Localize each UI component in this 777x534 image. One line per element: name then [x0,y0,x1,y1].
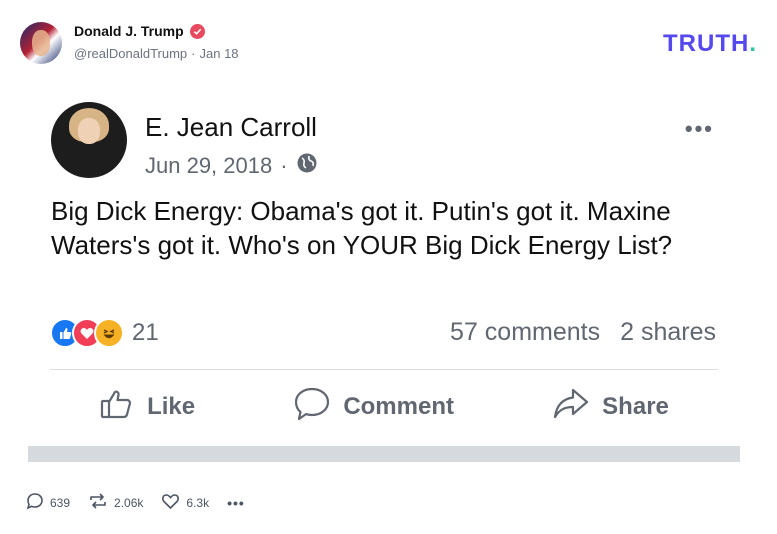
embedded-more-icon: ••• [684,116,714,141]
embedded-share-button: Share [552,386,669,429]
embedded-author-name: E. Jean Carroll [145,112,317,142]
author-handle[interactable]: @realDonaldTrump [74,46,187,61]
reply-button[interactable]: 639 [26,492,70,513]
post-header: Donald J. Trump @realDonaldTrump · Jan 1… [20,20,757,68]
embedded-comment-button: Comment [293,386,454,429]
shares-count: 2 shares [620,318,716,346]
embedded-like-button: Like [99,386,195,429]
embedded-date-separator: · [280,153,288,178]
avatar-face [32,30,50,56]
reaction-count: 21 [132,319,159,346]
author-avatar[interactable] [20,22,62,64]
post-actions: 639 2.06k 6.3k ••• [26,492,245,513]
comment-bubble-icon [293,386,331,429]
like-button[interactable]: 6.3k [161,492,209,513]
truth-logo-dot: . [749,30,757,57]
reaction-summary: 21 [50,318,159,348]
author-name-row: Donald J. Trump [74,23,205,39]
divider [50,369,718,370]
embedded-date-row: Jun 29, 2018 · [145,152,318,180]
reply-count: 639 [50,495,71,510]
embedded-date: Jun 29, 2018 [145,153,273,178]
verified-badge-icon [189,23,205,39]
meta-separator: · [191,46,196,61]
embedded-action-bar: Like Comment Share [50,382,718,432]
haha-reaction-icon [94,318,124,348]
retruth-icon [88,492,108,513]
comment-label: Comment [343,393,454,420]
truth-logo-text: TRUTH [663,30,750,57]
like-label: Like [147,393,196,420]
image-bottom-bar [28,446,740,462]
avatar-face [78,118,100,144]
thumbs-up-icon [99,386,135,429]
engagement-stats: 57 comments 2 shares [450,318,716,347]
retruth-count: 2.06k [114,495,144,510]
truth-logo: TRUTH. [663,30,757,58]
reply-icon [26,492,44,513]
share-arrow-icon [552,386,590,429]
post-date[interactable]: Jan 18 [200,46,239,61]
comments-count: 57 comments [450,318,601,346]
heart-icon [161,492,180,513]
share-label: Share [602,393,669,420]
embedded-post-image[interactable]: E. Jean Carroll Jun 29, 2018 · ••• Big D… [28,82,740,462]
post-meta: @realDonaldTrump · Jan 18 [74,46,239,61]
embedded-author-avatar [51,102,127,178]
more-options-icon[interactable]: ••• [227,495,245,511]
embedded-post-text: Big Dick Energy: Obama's got it. Putin's… [51,196,673,260]
retruth-button[interactable]: 2.06k [88,492,143,513]
like-count: 6.3k [186,495,210,510]
globe-icon [296,152,318,180]
author-name[interactable]: Donald J. Trump [74,23,184,39]
